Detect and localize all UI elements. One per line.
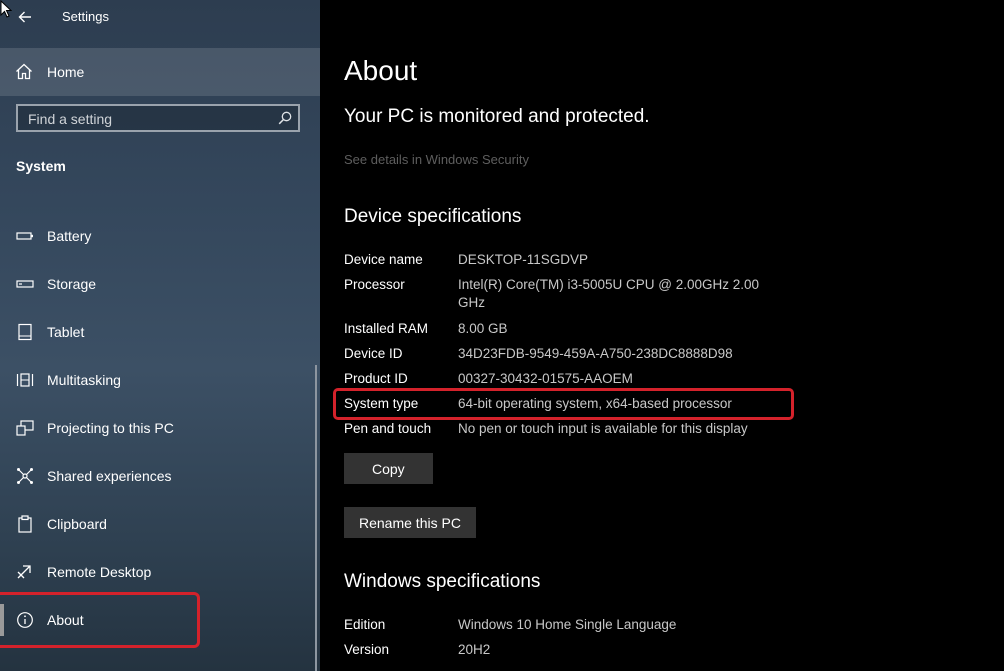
spec-value: DESKTOP-11SGDVP — [458, 252, 589, 267]
spec-value: 00327-30432-01575-AAOEM — [458, 371, 633, 386]
spec-key: Product ID — [344, 371, 408, 386]
spec-key: Device ID — [344, 346, 403, 361]
windows-security-link[interactable]: See details in Windows Security — [344, 152, 529, 167]
spec-key: Version — [344, 642, 390, 657]
spec-value: No pen or touch input is available for t… — [458, 421, 748, 436]
spec-value: 20H2 — [458, 642, 491, 657]
back-button[interactable] — [14, 6, 36, 28]
search-icon[interactable] — [278, 111, 292, 125]
sidebar-item-label: Clipboard — [47, 516, 107, 532]
mouse-cursor-icon — [0, 0, 12, 18]
spec-key: Pen and touch — [344, 421, 432, 436]
spec-value: Windows 10 Home Single Language — [458, 617, 677, 632]
sidebar-item-label: Tablet — [47, 324, 85, 340]
sidebar-item-storage[interactable]: Storage — [0, 265, 320, 305]
sidebar-item-projecting[interactable]: Projecting to this PC — [0, 409, 320, 449]
spec-value: 34D23FDB-9549-459A-A750-238DC8888D98 — [458, 346, 733, 361]
back-arrow-icon — [18, 11, 31, 23]
page-title: About — [344, 55, 418, 86]
shared-experiences-icon — [17, 468, 33, 484]
sidebar-item-tablet[interactable]: Tablet — [0, 313, 320, 353]
multitasking-icon — [16, 373, 34, 387]
sidebar-item-shared-experiences[interactable]: Shared experiences — [0, 457, 320, 497]
spec-value: Intel(R) Core(TM) i3-5005U CPU @ 2.00GHz… — [458, 277, 760, 310]
search-input[interactable] — [26, 108, 270, 130]
clipboard-icon — [18, 515, 32, 533]
sidebar-item-label: Remote Desktop — [47, 564, 152, 580]
spec-key: Processor — [344, 277, 405, 292]
sidebar-item-clipboard[interactable]: Clipboard — [0, 505, 320, 545]
highlight-box-system-type — [333, 388, 794, 420]
main-content: About Your PC is monitored and protected… — [320, 0, 1004, 671]
rename-pc-button[interactable]: Rename this PC — [344, 507, 476, 538]
spec-key: Edition — [344, 617, 386, 632]
highlight-box-about — [0, 592, 200, 648]
protection-status: Your PC is monitored and protected. — [344, 106, 650, 127]
sidebar-item-home[interactable]: Home — [0, 48, 320, 96]
device-specs-heading: Device specifications — [344, 206, 522, 227]
sidebar-item-label: Battery — [47, 228, 92, 244]
spec-value: 8.00 GB — [458, 321, 508, 336]
search-box[interactable] — [16, 104, 300, 132]
sidebar-item-label: Storage — [47, 276, 97, 292]
copy-button[interactable]: Copy — [344, 453, 433, 484]
sidebar-scrollbar[interactable] — [315, 365, 317, 671]
sidebar-item-label: Projecting to this PC — [47, 420, 174, 436]
sidebar-item-multitasking[interactable]: Multitasking — [0, 361, 320, 401]
section-label-system: System — [16, 158, 66, 174]
sidebar-item-battery[interactable]: Battery — [0, 217, 320, 257]
app-title: Settings — [62, 9, 109, 24]
sidebar-item-label: Home — [47, 64, 85, 80]
sidebar: Settings Home System Battery Storage — [0, 0, 320, 671]
storage-icon — [16, 280, 34, 288]
projecting-icon — [16, 420, 34, 436]
windows-specs-heading: Windows specifications — [344, 571, 541, 592]
title-bar: Settings — [0, 0, 320, 34]
tablet-icon — [18, 323, 32, 341]
sidebar-item-remote-desktop[interactable]: Remote Desktop — [0, 553, 320, 593]
sidebar-item-label: Shared experiences — [47, 468, 172, 484]
spec-key: Device name — [344, 252, 423, 267]
remote-desktop-icon — [17, 565, 31, 579]
home-icon — [16, 63, 32, 80]
spec-key: Installed RAM — [344, 321, 429, 336]
battery-icon — [16, 232, 33, 240]
sidebar-item-label: Multitasking — [47, 372, 121, 388]
